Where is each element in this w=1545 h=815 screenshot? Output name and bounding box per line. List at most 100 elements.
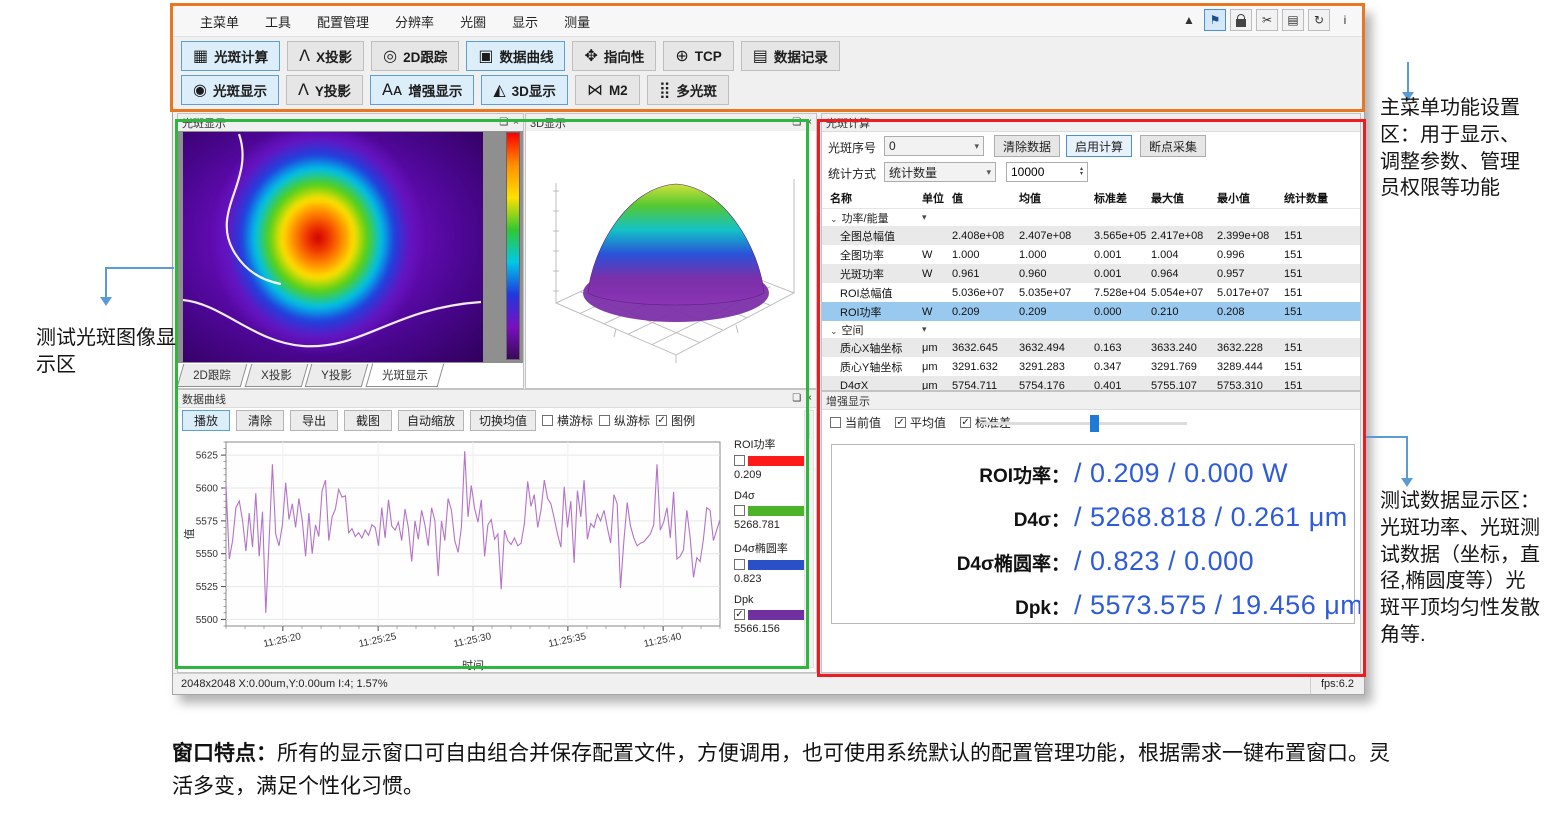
menu-item-工具[interactable]: 工具 xyxy=(252,7,304,36)
table-row-D4σX[interactable]: D4σXμm5754.7115754.1760.4015755.1075753.… xyxy=(822,376,1360,391)
breakpoint-capture-button[interactable]: 断点采集 xyxy=(1140,135,1206,157)
menu-item-分辨率[interactable]: 分辨率 xyxy=(382,7,447,36)
table-group-row-空间[interactable]: ⌄ 空间 ▾ xyxy=(822,321,1360,338)
check-label: 横游标 xyxy=(557,412,593,429)
curve-scrollbar[interactable] xyxy=(804,410,814,668)
menu-item-测量[interactable]: 测量 xyxy=(551,7,603,36)
curve-button-导出[interactable]: 导出 xyxy=(290,410,338,431)
curve-button-切换均值[interactable]: 切换均值 xyxy=(470,410,536,431)
toolbar-button-Y投影[interactable]: ΛY投影 xyxy=(286,75,363,105)
checkbox-icon[interactable]: ✓ xyxy=(895,417,906,428)
tab-光斑显示[interactable]: 光斑显示 xyxy=(366,363,445,387)
menu-item-光圈[interactable]: 光圈 xyxy=(447,7,499,36)
table-row-质心Y轴坐标[interactable]: 质心Y轴坐标μm3291.6323291.2830.3473291.769328… xyxy=(822,357,1360,376)
legend-color-bar xyxy=(748,560,810,570)
table-row-ROI功率[interactable]: ROI功率W0.2090.2090.0000.2100.208151 xyxy=(822,302,1360,321)
chevron-down-icon[interactable]: ▾ xyxy=(922,324,927,335)
menu-item-主菜单[interactable]: 主菜单 xyxy=(187,7,252,36)
chevron-down-icon[interactable]: ⌄ xyxy=(830,326,838,336)
toolbar-button-2D跟踪[interactable]: ◎2D跟踪 xyxy=(371,41,459,71)
toolbar-button-增强显示[interactable]: Aᴀ增强显示 xyxy=(370,75,474,105)
table-row-质心X轴坐标[interactable]: 质心X轴坐标μm3632.6453632.4940.1633633.240363… xyxy=(822,338,1360,357)
toolbar-button-数据记录[interactable]: ▤数据记录 xyxy=(741,41,840,71)
collapse-icon[interactable]: ▲ xyxy=(1178,9,1200,31)
svg-text:5600: 5600 xyxy=(196,484,219,495)
clear-data-button[interactable]: 清除数据 xyxy=(994,135,1060,157)
legend-name: Dpk xyxy=(734,594,812,606)
curve-button-自动缩放[interactable]: 自动缩放 xyxy=(398,410,464,431)
close-panel-icon[interactable]: × xyxy=(513,118,519,128)
legend-checkbox-icon[interactable] xyxy=(734,559,745,570)
slider-handle[interactable] xyxy=(1090,415,1099,432)
curve-button-清除[interactable]: 清除 xyxy=(236,410,284,431)
check-label: 平均值 xyxy=(910,414,946,431)
toolbar-button-多光斑[interactable]: ⣿多光斑 xyxy=(647,75,729,105)
svg-text:5525: 5525 xyxy=(196,582,219,593)
curve-button-截图[interactable]: 截图 xyxy=(344,410,392,431)
menu-item-显示[interactable]: 显示 xyxy=(499,7,551,36)
font-size-slider[interactable] xyxy=(982,422,1187,425)
table-row-全图功率[interactable]: 全图功率W1.0001.0000.0011.0040.996151 xyxy=(822,245,1360,264)
curve-check-纵游标[interactable]: 纵游标 xyxy=(599,412,650,429)
tab-X投影[interactable]: X投影 xyxy=(244,364,307,387)
legend-checkbox-icon[interactable] xyxy=(734,505,745,516)
chevron-down-icon[interactable]: ⌄ xyxy=(830,214,838,224)
toolbar-button-指向性[interactable]: ✥指向性 xyxy=(572,41,656,71)
legend-color-bar xyxy=(748,610,810,620)
history-icon[interactable]: ↻ xyxy=(1308,9,1330,31)
toolbar-button-TCP[interactable]: ⊕TCP xyxy=(663,41,733,71)
checkbox-icon[interactable]: ✓ xyxy=(960,417,971,428)
legend-checkbox-icon[interactable] xyxy=(734,455,745,466)
float-panel-icon[interactable]: ❏ xyxy=(792,118,801,128)
menu-item-配置管理[interactable]: 配置管理 xyxy=(304,7,382,36)
enhanced-check-当前值[interactable]: 当前值 xyxy=(830,414,881,431)
spot-seq-combo[interactable]: 0▾ xyxy=(884,136,984,156)
toolbar-button-M2[interactable]: ⋈M2 xyxy=(575,75,640,105)
close-panel-icon[interactable]: × xyxy=(806,394,812,404)
toolbar-button-X投影[interactable]: ΛX投影 xyxy=(287,41,364,71)
checkbox-icon[interactable]: ✓ xyxy=(656,415,667,426)
legend-checkbox-icon[interactable]: ✓ xyxy=(734,609,745,620)
3d-surface-plot[interactable] xyxy=(526,131,816,388)
annotation-arrow-right-v xyxy=(1406,436,1408,479)
toolbar-button-label: Y投影 xyxy=(315,80,351,100)
info-icon[interactable]: i xyxy=(1334,9,1356,31)
stat-mode-combo[interactable]: 统计数量▾ xyxy=(884,162,996,182)
table-row-全图总幅值[interactable]: 全图总幅值2.408e+082.407e+083.565e+052.417e+0… xyxy=(822,226,1360,245)
toolbar-button-光斑计算[interactable]: ▦光斑计算 xyxy=(181,41,280,71)
group-label: 空间 xyxy=(842,325,864,337)
3d-surface-svg xyxy=(526,131,816,386)
enable-calc-button[interactable]: 启用计算 xyxy=(1066,135,1132,157)
tab-Y投影[interactable]: Y投影 xyxy=(305,364,368,387)
data-curve-chart[interactable]: 55005525555055755600562511:25:2011:25:25… xyxy=(180,434,728,673)
curve-check-横游标[interactable]: 横游标 xyxy=(542,412,593,429)
table-row-ROI总幅值[interactable]: ROI总幅值5.036e+075.035e+077.528e+045.054e+… xyxy=(822,283,1360,302)
stat-count-spinner[interactable]: 10000 ▴▾ xyxy=(1006,162,1088,182)
toolbar-button-光斑显示[interactable]: ◉光斑显示 xyxy=(181,75,279,105)
status-resolution-coords: 2048x2048 X:0.00um,Y:0.00um I:4; 1.57% xyxy=(173,678,388,690)
scissors-icon[interactable]: ✂ xyxy=(1256,9,1278,31)
curve-button-播放[interactable]: 播放 xyxy=(182,410,230,431)
beam-image[interactable] xyxy=(183,132,483,362)
chevron-down-icon[interactable]: ▾ xyxy=(922,212,927,223)
curve-check-图例[interactable]: ✓图例 xyxy=(656,412,695,429)
data-curve-panel: 数据曲线 ❏ × 播放清除导出截图自动缩放切换均值横游标纵游标✓图例 55005… xyxy=(177,389,817,673)
checkbox-icon[interactable] xyxy=(542,415,553,426)
tab-2D跟踪[interactable]: 2D跟踪 xyxy=(177,364,247,387)
lock-icon[interactable] xyxy=(1230,9,1252,31)
float-panel-icon[interactable]: ❏ xyxy=(499,118,508,128)
table-row-光斑功率[interactable]: 光斑功率W0.9610.9600.0010.9640.957151 xyxy=(822,264,1360,283)
float-panel-icon[interactable]: ❏ xyxy=(792,394,801,404)
toolbar-button-3D显示[interactable]: ◭3D显示 xyxy=(481,75,568,105)
close-panel-icon[interactable]: × xyxy=(806,118,812,128)
pin-icon[interactable]: ⚑ xyxy=(1204,9,1226,31)
table-group-row-功率/能量[interactable]: ⌄功率/能量▾ xyxy=(822,209,1360,226)
cell: 0.996 xyxy=(1217,249,1284,261)
checkbox-icon[interactable] xyxy=(830,417,841,428)
save-record-icon[interactable]: ▤ xyxy=(1282,9,1304,31)
legend-bar-row: ✓ xyxy=(734,609,812,620)
enhanced-check-平均值[interactable]: ✓ 平均值 xyxy=(895,414,946,431)
toolbar-button-数据曲线[interactable]: ▣数据曲线 xyxy=(466,41,565,71)
checkbox-icon[interactable] xyxy=(599,415,610,426)
spinner-arrows-icon[interactable]: ▴▾ xyxy=(1080,167,1083,178)
